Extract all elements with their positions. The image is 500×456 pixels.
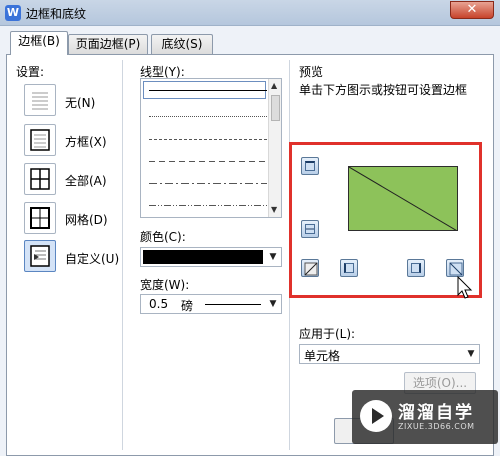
box-border-icon bbox=[30, 129, 50, 151]
watermark: 溜溜自学 ZIXUE.3D66.COM bbox=[352, 390, 498, 444]
color-label: 颜色(C): bbox=[140, 230, 186, 244]
play-icon bbox=[372, 408, 384, 424]
color-select[interactable]: ▼ bbox=[140, 247, 282, 267]
close-button[interactable]: ✕ bbox=[450, 1, 494, 19]
line-style-dash-dot[interactable] bbox=[149, 183, 267, 184]
scroll-up-icon[interactable]: ▲ bbox=[271, 81, 277, 90]
left-border-button[interactable] bbox=[340, 259, 358, 277]
preview-label: 预览 bbox=[299, 65, 324, 79]
setting-box-button[interactable] bbox=[24, 124, 56, 156]
settings-label: 设置: bbox=[16, 65, 45, 79]
scroll-down-icon[interactable]: ▼ bbox=[271, 205, 277, 214]
watermark-subtitle: ZIXUE.3D66.COM bbox=[398, 422, 475, 431]
preview-hint: 单击下方图示或按钮可设置边框 bbox=[299, 83, 468, 97]
setting-custom-button[interactable] bbox=[24, 240, 56, 272]
left-border-icon bbox=[344, 263, 354, 273]
setting-all-button[interactable] bbox=[24, 163, 56, 195]
line-style-scrollbar[interactable]: ▲ ▼ bbox=[268, 79, 281, 217]
diagonal-up-border-icon bbox=[304, 262, 318, 276]
right-border-icon bbox=[411, 263, 421, 273]
diagonal-down-border-button[interactable] bbox=[446, 259, 464, 277]
chevron-down-icon: ▼ bbox=[467, 349, 475, 359]
tab-borders[interactable]: 边框(B) bbox=[10, 31, 68, 55]
line-style-dashed[interactable] bbox=[149, 139, 267, 140]
right-border-button[interactable] bbox=[407, 259, 425, 277]
chevron-down-icon: ▼ bbox=[269, 252, 277, 262]
setting-grid-label: 网格(D) bbox=[65, 213, 108, 227]
tab-page-borders[interactable]: 页面边框(P) bbox=[68, 34, 148, 54]
setting-custom-label: 自定义(U) bbox=[65, 252, 120, 266]
line-style-dash-dot-dot[interactable] bbox=[149, 205, 267, 206]
line-style-dashed-long[interactable] bbox=[149, 161, 267, 162]
line-style-list[interactable]: ▲ ▼ bbox=[140, 78, 282, 218]
line-style-dotted[interactable] bbox=[149, 116, 267, 117]
apply-to-value: 单元格 bbox=[304, 349, 341, 363]
setting-none-button[interactable] bbox=[24, 84, 56, 116]
scroll-thumb[interactable] bbox=[271, 95, 280, 121]
preview-cell[interactable] bbox=[348, 166, 458, 231]
divider bbox=[122, 60, 123, 450]
setting-grid-button[interactable] bbox=[24, 202, 56, 234]
width-unit: 磅 bbox=[181, 299, 194, 313]
chevron-down-icon: ▼ bbox=[269, 299, 277, 309]
watermark-title: 溜溜自学 bbox=[398, 403, 474, 423]
watermark-logo-icon bbox=[360, 400, 392, 432]
all-borders-icon bbox=[30, 168, 50, 190]
inside-horizontal-border-icon bbox=[305, 224, 315, 234]
preview-diagonal-line bbox=[349, 167, 457, 230]
top-border-button[interactable] bbox=[301, 157, 319, 175]
apply-to-label: 应用于(L): bbox=[299, 327, 356, 341]
top-border-icon bbox=[305, 161, 315, 171]
inside-horizontal-border-button[interactable] bbox=[301, 220, 319, 238]
apply-to-select[interactable]: 单元格 ▼ bbox=[299, 344, 480, 364]
color-swatch bbox=[143, 250, 263, 264]
no-border-icon bbox=[32, 92, 48, 110]
width-select[interactable]: 0.5 磅 ▼ bbox=[140, 294, 282, 314]
setting-box-label: 方框(X) bbox=[65, 135, 107, 149]
window-title: 边框和底纹 bbox=[26, 7, 87, 21]
setting-none-label: 无(N) bbox=[65, 96, 96, 110]
diagonal-down-border-icon bbox=[449, 262, 463, 276]
tab-shading[interactable]: 底纹(S) bbox=[151, 34, 213, 54]
width-sample-line bbox=[205, 304, 261, 305]
line-style-solid[interactable] bbox=[149, 90, 267, 91]
setting-all-label: 全部(A) bbox=[65, 174, 107, 188]
diagonal-up-border-button[interactable] bbox=[301, 259, 319, 277]
mouse-cursor-icon bbox=[457, 276, 473, 299]
width-label: 宽度(W): bbox=[140, 278, 190, 292]
title-bar: W 边框和底纹 ✕ bbox=[0, 0, 500, 26]
width-value: 0.5 bbox=[149, 297, 169, 311]
custom-border-icon bbox=[30, 245, 50, 267]
app-icon: W bbox=[5, 5, 21, 21]
grid-border-icon bbox=[30, 207, 50, 229]
